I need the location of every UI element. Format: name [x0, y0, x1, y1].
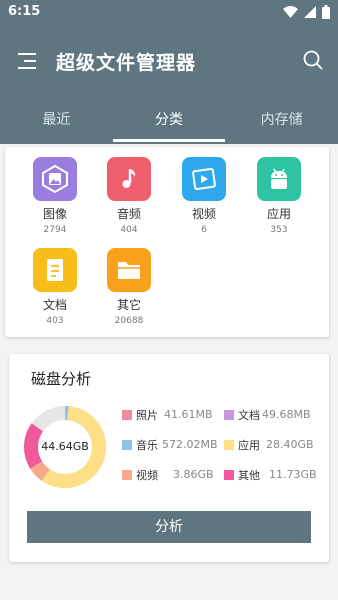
video-icon [192, 167, 216, 191]
legend-name: 文档 [238, 409, 260, 422]
category-count: 20688 [114, 316, 144, 326]
category-count: 2794 [43, 225, 67, 235]
legend-swatch [122, 410, 132, 420]
category-name: 视频 [191, 207, 216, 221]
legend-value: 3.86GB [173, 468, 214, 481]
legend-swatch [122, 470, 132, 480]
image-icon [42, 164, 68, 194]
category-documents[interactable]: 文档 403 [17, 248, 93, 326]
category-name: 应用 [266, 207, 291, 221]
category-count: 404 [120, 225, 138, 235]
status-icons [283, 4, 330, 20]
disk-total-label: 44.64GB [41, 440, 89, 453]
legend-swatch [224, 410, 234, 420]
legend-name: 其他 [238, 469, 260, 482]
wifi-icon [283, 6, 298, 18]
legend-name: 视频 [136, 469, 158, 482]
category-name: 音频 [116, 207, 141, 221]
category-count: 353 [270, 225, 288, 235]
app-title: 超级文件管理器 [56, 52, 197, 74]
battery-icon [322, 5, 330, 19]
category-icon-tile [182, 157, 226, 201]
category-audio[interactable]: 音频 404 [91, 157, 167, 235]
status-bar: 6:15 [0, 0, 338, 26]
android-icon [271, 168, 287, 189]
category-card: 图像 2794 音频 404 视频 6 应用 353 文档 403 其它 206… [5, 147, 329, 337]
tab-recent[interactable]: 最近 [0, 106, 113, 144]
legend-value: 572.02MB [162, 438, 218, 451]
analyze-button[interactable]: 分析 [27, 511, 311, 543]
folder-icon [118, 262, 140, 279]
legend-item-video: 视频 3.86GB [122, 468, 214, 482]
app-bar: 超级文件管理器 [0, 40, 338, 82]
legend-item-other: 其他 11.73GB [224, 468, 317, 482]
category-count: 6 [201, 225, 207, 235]
header: 6:15 超级文件管理器 最近 分类 内存储 [0, 0, 338, 144]
category-other[interactable]: 其它 20688 [91, 248, 167, 326]
tab-internal-storage[interactable]: 内存储 [225, 106, 338, 144]
tab-categories[interactable]: 分类 [112, 106, 226, 144]
legend-item-documents: 文档 49.68MB [224, 408, 311, 422]
category-icon-tile [33, 248, 77, 292]
category-images[interactable]: 图像 2794 [17, 157, 93, 235]
legend-name: 照片 [136, 409, 158, 422]
category-apps[interactable]: 应用 353 [241, 157, 317, 235]
category-icon-tile [33, 157, 77, 201]
legend-name: 音乐 [136, 439, 158, 452]
legend-item-photos: 照片 41.61MB [122, 408, 213, 422]
tab-bar: 最近 分类 内存储 [0, 106, 338, 144]
legend-swatch [122, 440, 132, 450]
legend-value: 41.61MB [164, 408, 213, 421]
category-icon-tile [107, 248, 151, 292]
legend-swatch [224, 440, 234, 450]
status-time: 6:15 [8, 4, 41, 19]
category-name: 文档 [42, 298, 67, 312]
legend-name: 应用 [238, 439, 260, 452]
legend-swatch [224, 470, 234, 480]
category-video[interactable]: 视频 6 [166, 157, 242, 235]
category-name: 其它 [116, 298, 141, 312]
signal-icon [304, 6, 316, 18]
search-icon[interactable] [302, 49, 324, 71]
category-icon-tile [257, 157, 301, 201]
disk-analysis-card: 磁盘分析 44.64GB 照片 41.61MB 文档 49.68MB 音乐 57… [9, 354, 329, 562]
category-icon-tile [107, 157, 151, 201]
category-name: 图像 [42, 207, 67, 221]
legend-item-music: 音乐 572.02MB [122, 438, 218, 452]
disk-analysis-title: 磁盘分析 [31, 370, 92, 388]
legend-value: 11.73GB [269, 468, 317, 481]
legend-value: 49.68MB [262, 408, 311, 421]
document-icon [47, 259, 63, 281]
menu-icon[interactable] [16, 50, 38, 72]
legend-item-apps: 应用 28.40GB [224, 438, 314, 452]
category-count: 403 [46, 316, 64, 326]
music-note-icon [122, 169, 136, 188]
legend-value: 28.40GB [266, 438, 314, 451]
